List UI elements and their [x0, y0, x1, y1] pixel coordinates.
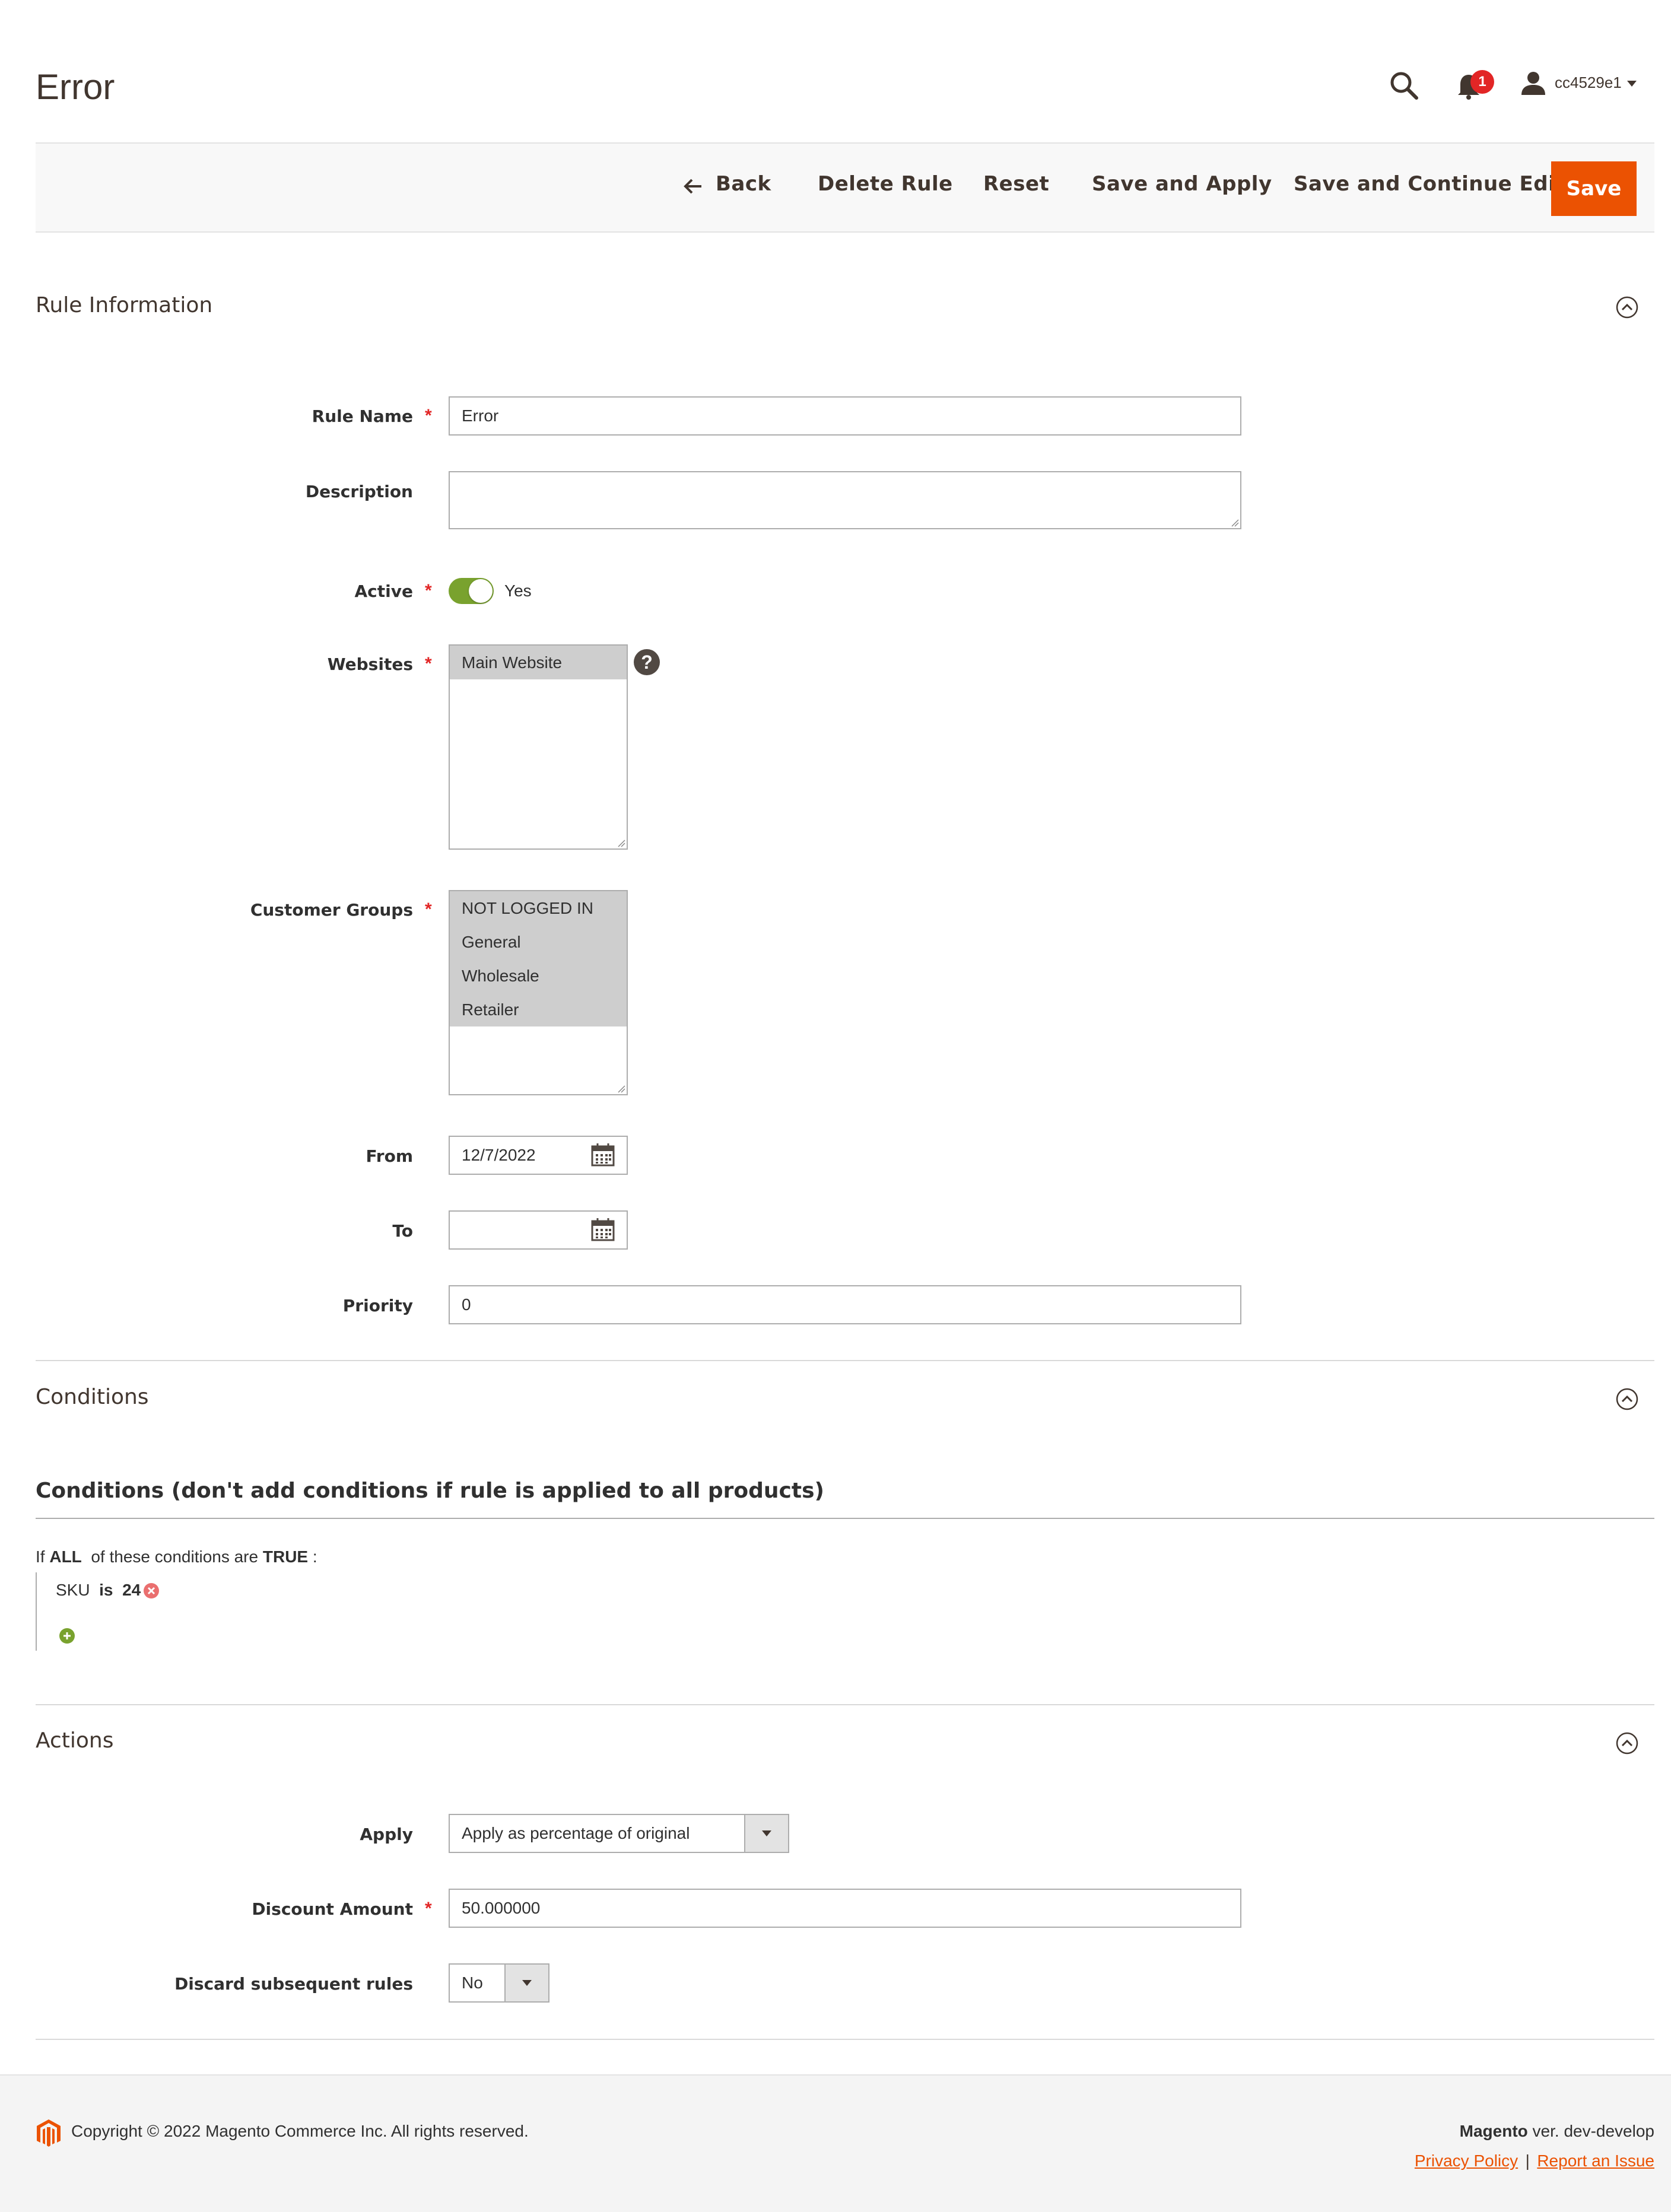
rule-name-value: Error: [462, 406, 499, 425]
required-mark: *: [425, 406, 432, 425]
footer-links: Privacy Policy | Report an Issue: [1415, 2151, 1654, 2170]
apply-selected-value: Apply as percentage of original: [462, 1824, 690, 1842]
apply-select[interactable]: Apply as percentage of original: [449, 1814, 789, 1853]
conditions-tree-line: [36, 1572, 37, 1651]
version-info: Magento ver. dev-develop: [1460, 2122, 1654, 2141]
active-toggle-label: Yes: [504, 581, 532, 600]
condition-row: SKU is 24: [56, 1581, 141, 1600]
footer-separator: |: [1525, 2151, 1530, 2170]
to-label: To: [392, 1221, 413, 1241]
cond-if: If: [36, 1547, 45, 1566]
from-label: From: [366, 1146, 413, 1166]
cond-attribute: SKU: [56, 1581, 90, 1599]
required-mark: *: [425, 1899, 432, 1918]
copyright-text: Copyright © 2022 Magento Commerce Inc. A…: [71, 2122, 529, 2140]
required-mark: *: [425, 900, 432, 919]
discount-amount-label: Discount Amount: [252, 1899, 413, 1919]
conditions-sentence: If ALL of these conditions are TRUE :: [36, 1547, 317, 1566]
calendar-icon[interactable]: [590, 1216, 616, 1242]
cond-operator-link[interactable]: is: [99, 1581, 113, 1599]
collapse-icon[interactable]: [1615, 295, 1639, 319]
section-divider: [36, 2039, 1654, 2040]
customer-group-option[interactable]: Wholesale: [450, 959, 627, 993]
username[interactable]: cc4529e1: [1555, 74, 1622, 92]
chevron-down-icon[interactable]: [1627, 81, 1637, 87]
cond-value-link[interactable]: 24: [122, 1581, 141, 1599]
section-divider: [36, 1360, 1654, 1361]
required-mark: *: [425, 581, 432, 600]
required-mark: *: [425, 654, 432, 673]
resize-grip-icon[interactable]: [617, 1085, 625, 1093]
conditions-heading-divider: [36, 1518, 1654, 1519]
discount-amount-value: 50.000000: [462, 1899, 541, 1917]
notification-badge[interactable]: 1: [1470, 70, 1494, 94]
save-and-continue-button[interactable]: Save and Continue Edit: [1294, 172, 1565, 196]
priority-label: Priority: [342, 1296, 413, 1315]
version-text: ver. dev-develop: [1532, 2122, 1654, 2140]
customer-group-option[interactable]: Retailer: [450, 993, 627, 1026]
back-button[interactable]: Back: [716, 172, 771, 196]
remove-icon[interactable]: [144, 1583, 159, 1598]
delete-rule-button[interactable]: Delete Rule: [818, 172, 953, 196]
conditions-heading: Conditions (don't add conditions if rule…: [36, 1479, 824, 1503]
chevron-down-icon[interactable]: [504, 1965, 548, 2001]
cond-mid: of these conditions are: [91, 1547, 259, 1566]
priority-input[interactable]: 0: [449, 1285, 1241, 1324]
customer-groups-label: Customer Groups: [250, 900, 413, 920]
page-title: Error: [36, 67, 115, 107]
description-textarea[interactable]: [449, 471, 1241, 529]
active-label: Active: [354, 581, 414, 601]
arrow-left-icon[interactable]: [682, 176, 704, 197]
from-date-value: 12/7/2022: [462, 1146, 536, 1164]
collapse-icon[interactable]: [1615, 1731, 1639, 1755]
calendar-icon[interactable]: [590, 1142, 616, 1168]
collapse-icon[interactable]: [1615, 1387, 1639, 1411]
discount-amount-input[interactable]: 50.000000: [449, 1889, 1241, 1928]
websites-option[interactable]: Main Website: [450, 646, 627, 679]
save-and-apply-button[interactable]: Save and Apply: [1092, 172, 1272, 196]
resize-grip-icon[interactable]: [1231, 519, 1239, 527]
brand-name: Magento: [1459, 2122, 1528, 2140]
websites-multiselect[interactable]: Main Website: [449, 644, 628, 850]
actions-title[interactable]: Actions: [36, 1728, 114, 1753]
cond-aggregator-link[interactable]: ALL: [49, 1547, 81, 1566]
privacy-policy-link[interactable]: Privacy Policy: [1415, 2151, 1518, 2170]
search-icon[interactable]: [1389, 70, 1419, 101]
report-issue-link[interactable]: Report an Issue: [1537, 2151, 1654, 2170]
rule-name-label: Rule Name: [312, 406, 413, 426]
discard-selected-value: No: [462, 1973, 483, 1992]
conditions-title[interactable]: Conditions: [36, 1385, 149, 1409]
discard-subsequent-label: Discard subsequent rules: [174, 1974, 413, 1994]
customer-group-option[interactable]: General: [450, 925, 627, 959]
rule-name-input[interactable]: Error: [449, 396, 1241, 436]
cond-value-link[interactable]: TRUE: [263, 1547, 308, 1566]
description-label: Description: [305, 482, 413, 501]
priority-value: 0: [462, 1295, 471, 1314]
user-icon[interactable]: [1520, 70, 1546, 96]
resize-grip-icon[interactable]: [617, 839, 625, 847]
section-divider: [36, 1704, 1654, 1705]
magento-logo-icon: [37, 2119, 61, 2147]
reset-button[interactable]: Reset: [983, 172, 1049, 196]
websites-label: Websites: [327, 654, 413, 674]
rule-information-title[interactable]: Rule Information: [36, 293, 212, 317]
apply-label: Apply: [360, 1825, 413, 1844]
discard-subsequent-select[interactable]: No: [449, 1963, 549, 2003]
customer-group-option[interactable]: NOT LOGGED IN: [450, 891, 627, 925]
active-toggle-knob[interactable]: [469, 579, 493, 603]
customer-groups-multiselect[interactable]: NOT LOGGED IN General Wholesale Retailer: [449, 890, 628, 1095]
save-button[interactable]: Save: [1551, 161, 1637, 216]
cond-end: :: [312, 1547, 317, 1566]
help-icon[interactable]: ?: [634, 649, 660, 675]
chevron-down-icon[interactable]: [744, 1815, 788, 1852]
footer: [0, 2074, 1671, 2212]
add-icon[interactable]: [59, 1628, 75, 1644]
